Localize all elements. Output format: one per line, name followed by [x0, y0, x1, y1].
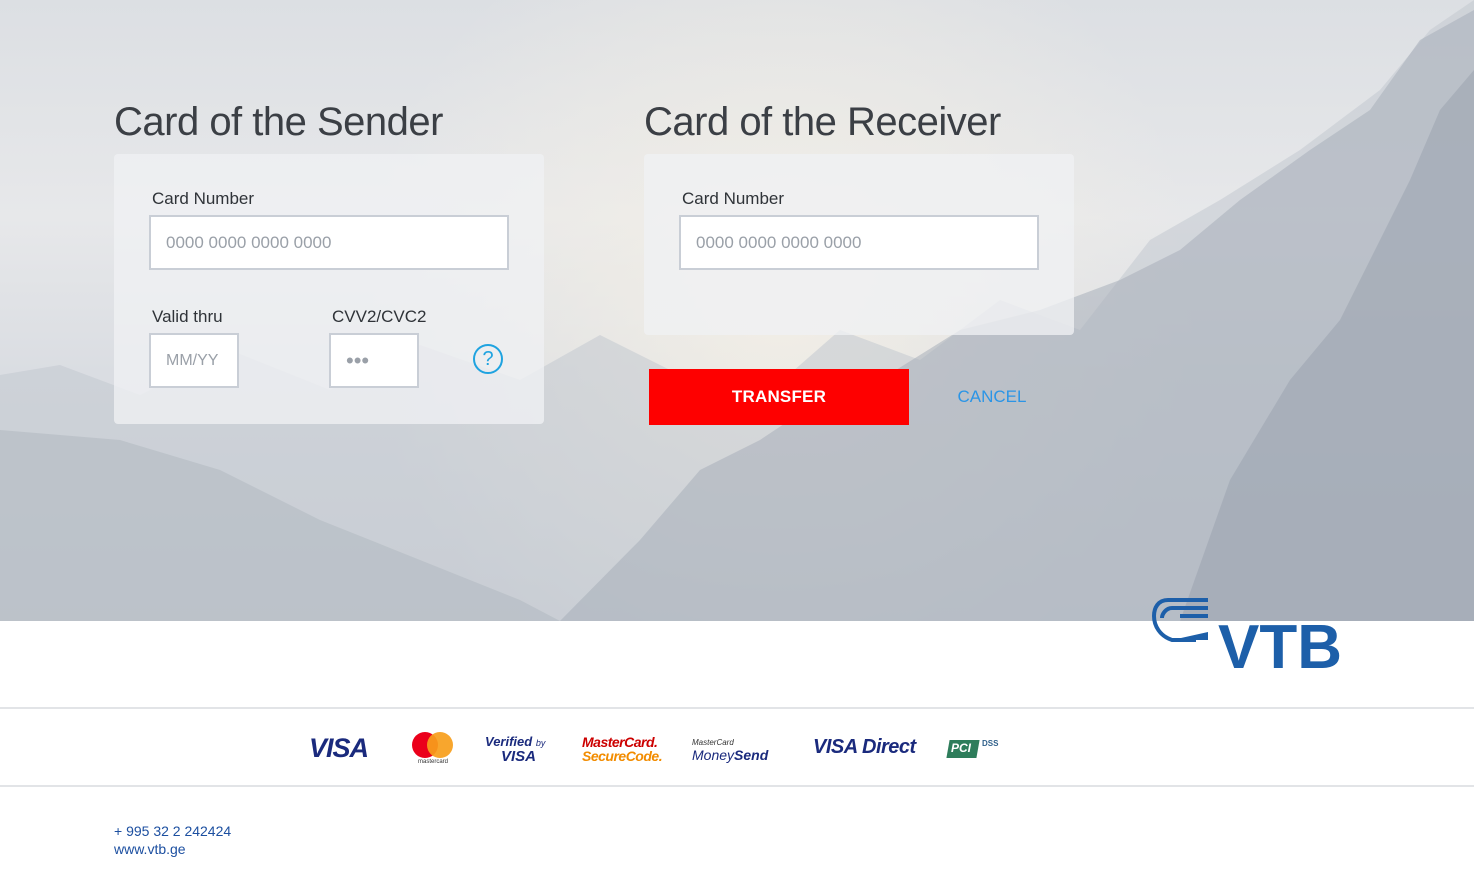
receiver-card-number-input[interactable]	[679, 215, 1039, 270]
mastercard-caption: mastercard	[417, 759, 448, 765]
mastercard-moneysend-logo: MasterCard MoneySend	[692, 737, 769, 763]
valid-thru-input[interactable]	[149, 333, 239, 388]
transfer-button[interactable]: TRANSFER	[649, 369, 909, 425]
verified-visa-text: VISA	[501, 748, 537, 765]
footer-divider-top	[0, 707, 1474, 709]
sender-card-number-input[interactable]	[149, 215, 509, 270]
verified-by-visa-logo: Verified by VISA	[485, 734, 546, 765]
mastercard-securecode-logo: MasterCard. SecureCode.	[582, 734, 663, 764]
dss-text: DSS	[982, 739, 999, 748]
vtb-logo-text: VTB	[1218, 613, 1342, 672]
verified-by-text: by	[535, 738, 546, 748]
pci-dss-logo: PCI DSS	[946, 738, 1002, 760]
receiver-card-title: Card of the Receiver	[644, 100, 1001, 144]
sender-card-number-label: Card Number	[152, 189, 255, 208]
valid-thru-label: Valid thru	[152, 307, 223, 326]
sender-card-title: Card of the Sender	[114, 100, 444, 144]
hero-background: Card of the Sender Card of the Receiver …	[0, 0, 1474, 621]
vtb-logo: VTB	[1152, 598, 1342, 672]
moneysend-money-text: Money	[692, 747, 735, 763]
receiver-card-number-label: Card Number	[682, 189, 785, 208]
cvv-label: CVV2/CVC2	[332, 307, 427, 326]
footer-website-link[interactable]: www.vtb.ge	[114, 841, 186, 857]
footer-divider-bottom	[0, 785, 1474, 787]
mastercard-logo: mastercard	[411, 732, 455, 768]
footer-phone: + 995 32 2 242424	[114, 823, 232, 839]
visa-logo: VISA	[309, 733, 369, 763]
cancel-button[interactable]: CANCEL	[940, 369, 1044, 425]
cvv-input[interactable]	[329, 333, 419, 388]
pci-text: PCI	[951, 741, 972, 755]
moneysend-send-text: Send	[734, 747, 769, 763]
verified-text: Verified	[485, 734, 533, 749]
securecode-top-text: MasterCard.	[582, 734, 658, 750]
securecode-bottom-text: SecureCode.	[582, 748, 663, 764]
visa-direct-logo: VISA Direct	[813, 736, 916, 758]
question-circle-icon[interactable]: ?	[473, 344, 503, 374]
